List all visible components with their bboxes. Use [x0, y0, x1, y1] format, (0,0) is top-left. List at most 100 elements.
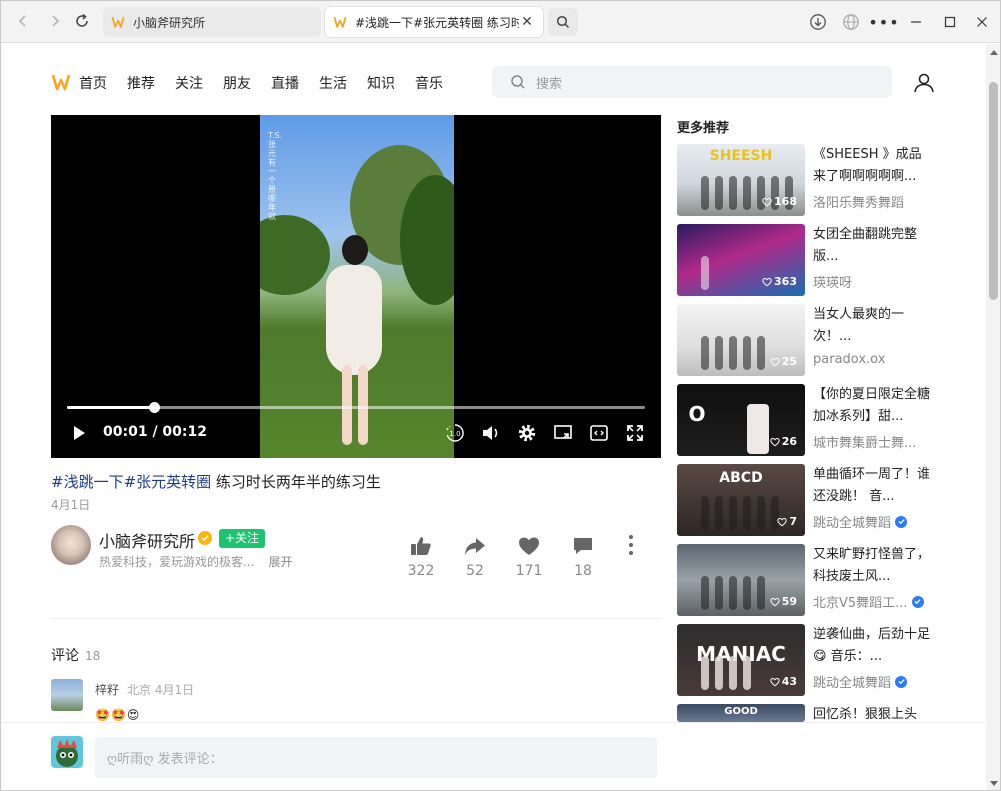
nav-music[interactable]: 音乐 [415, 73, 443, 93]
share-button[interactable]: 52 [455, 533, 495, 579]
nav-live[interactable]: 直播 [271, 73, 299, 93]
volume-button[interactable] [479, 422, 503, 444]
menu-button[interactable]: ••• [868, 11, 898, 33]
video-hashtags[interactable]: #浅跳一下#张元英转圈 [51, 473, 211, 491]
recommend-thumbnail[interactable]: GOOD [677, 704, 805, 722]
recommend-item[interactable]: O 26 【你的夏日限定全糖加冰系列】甜... 城市舞集爵士舞... [677, 384, 977, 456]
recommend-title: 更多推荐 [677, 121, 730, 136]
recommend-title-text[interactable]: 女团全曲翻跳完整版... [813, 224, 931, 268]
maximize-button[interactable] [939, 11, 961, 33]
recommend-thumbnail[interactable]: SHEESH 168 [677, 144, 805, 216]
like-value: 168 [774, 195, 797, 208]
search-input[interactable]: 搜索 [492, 66, 892, 98]
more-options-icon[interactable] [623, 533, 639, 557]
back-button[interactable] [11, 9, 35, 33]
follow-button[interactable]: +关注 [219, 529, 265, 548]
recommend-like-count: 26 [770, 435, 797, 448]
recommend-item[interactable]: MANIAC 43 逆袭仙曲，后劲十足😋 音乐：... 跳动全城舞蹈 [677, 624, 977, 696]
like-button[interactable]: 322 [401, 533, 441, 579]
cast-button[interactable] [551, 422, 575, 444]
fullscreen-button[interactable] [623, 422, 647, 444]
tab-search-button[interactable] [548, 8, 578, 36]
scrollbar-thumb[interactable] [989, 82, 998, 300]
my-avatar[interactable] [51, 736, 83, 768]
comment-input[interactable]: ღ听雨ღ 发表评论： [95, 737, 657, 778]
settings-button[interactable] [515, 422, 539, 444]
playback-speed-button[interactable]: 1.0 [443, 422, 467, 444]
search-placeholder: 搜索 [536, 76, 563, 92]
recommend-thumbnail[interactable]: MANIAC 43 [677, 624, 805, 696]
recommend-author[interactable]: 跳动全城舞蹈 [813, 512, 963, 531]
tab-video-page[interactable]: #浅跳一下#张元英转圈 练习时长两年半的练习生 ✕ [325, 7, 543, 37]
recommend-author[interactable]: 跳动全城舞蹈 [813, 672, 963, 691]
recommend-thumbnail[interactable]: ABCD 7 [677, 464, 805, 536]
comment-username[interactable]: 梓籽 [95, 683, 119, 697]
recommend-title-text[interactable]: 逆袭仙曲，后劲十足😋 音乐：... [813, 624, 931, 668]
forward-button[interactable] [43, 9, 67, 33]
nav-friends[interactable]: 朋友 [223, 73, 251, 93]
comment-button[interactable]: 18 [563, 533, 603, 579]
heart-outline-icon [770, 677, 780, 686]
share-icon [465, 538, 485, 555]
recommend-thumbnail[interactable]: 59 [677, 544, 805, 616]
recommend-title-text[interactable]: 又来旷野打怪兽了，科技废土风... [813, 544, 931, 588]
video-player[interactable]: T.S.张元 有一个原 哪年就 00:01 / 00:12 1.0 [51, 115, 661, 458]
recommend-thumbnail[interactable]: O 26 [677, 384, 805, 456]
recommend-author[interactable]: paradox.ox [813, 352, 963, 367]
scroll-down-icon[interactable] [990, 781, 998, 786]
tab-author-page[interactable]: 小脑斧研究所 [103, 7, 321, 37]
downloads-button[interactable] [807, 11, 829, 33]
recommend-title-text[interactable]: 《SHEESH 》成品来了啊啊啊啊啊... [813, 144, 931, 188]
video-progress-handle[interactable] [148, 402, 160, 413]
video-progress-fill [67, 406, 154, 409]
page-scrollbar[interactable] [986, 44, 1000, 790]
nav-recommend[interactable]: 推荐 [127, 73, 155, 93]
arrow-right-icon [52, 15, 60, 27]
recommend-author[interactable]: 城市舞集爵士舞... [813, 432, 963, 451]
close-tab-icon[interactable]: ✕ [519, 14, 535, 30]
recommend-title-text[interactable]: 单曲循环一周了！谁还没跳！ 音... [813, 464, 931, 508]
video-title: #浅跳一下#张元英转圈 练习时长两年半的练习生 [51, 471, 381, 492]
minimize-button[interactable] [905, 11, 927, 33]
recommend-author[interactable]: 北京V5舞蹈工... [813, 592, 963, 611]
nav-following[interactable]: 关注 [175, 73, 203, 93]
comments-count: 18 [85, 649, 101, 663]
section-divider [51, 618, 661, 619]
site-logo-icon[interactable] [51, 73, 71, 91]
user-icon[interactable] [912, 71, 936, 95]
reload-button[interactable] [70, 9, 94, 33]
download-icon [810, 14, 826, 30]
author-avatar[interactable] [51, 525, 91, 565]
recommend-author-name: 城市舞集爵士舞... [813, 436, 917, 451]
recommend-item[interactable]: 363 女团全曲翻跳完整版... 瑛瑛呀 [677, 224, 977, 296]
video-date: 4月1日 [51, 498, 91, 512]
web-fullscreen-button[interactable] [587, 422, 611, 444]
recommend-author[interactable]: 洛阳乐舞秀舞蹈 [813, 192, 963, 211]
recommend-author[interactable]: 瑛瑛呀 [813, 272, 963, 291]
recommend-thumbnail[interactable]: 25 [677, 304, 805, 376]
recommend-item[interactable]: GOOD 回忆杀！狠狠上头 [677, 704, 977, 722]
thumbnail-figure [701, 656, 709, 690]
comment-avatar[interactable] [51, 679, 83, 711]
recommend-item[interactable]: 59 又来旷野打怪兽了，科技废土风... 北京V5舞蹈工... [677, 544, 977, 616]
like-value: 363 [774, 275, 797, 288]
play-button[interactable] [69, 422, 89, 444]
favorite-button[interactable]: 171 [509, 533, 549, 579]
recommend-title-text[interactable]: 【你的夏日限定全糖加冰系列】甜... [813, 384, 931, 428]
video-progress-bar[interactable] [67, 402, 645, 413]
recommend-item[interactable]: ABCD 7 单曲循环一周了！谁还没跳！ 音... 跳动全城舞蹈 [677, 464, 977, 536]
recommend-title-text[interactable]: 当女人最爽的一次！... [813, 304, 931, 348]
recommend-item[interactable]: SHEESH 168 《SHEESH 》成品来了啊啊啊啊啊... 洛阳乐舞秀舞蹈 [677, 144, 977, 216]
close-window-button[interactable] [971, 11, 993, 33]
scroll-up-icon[interactable] [990, 50, 998, 55]
thumbnail-figure [701, 256, 709, 290]
nav-life[interactable]: 生活 [319, 73, 347, 93]
nav-home[interactable]: 首页 [79, 73, 107, 93]
expand-bio-link[interactable]: 展开 [268, 555, 292, 569]
recommend-thumbnail[interactable]: 363 [677, 224, 805, 296]
heart-icon [519, 537, 539, 555]
nav-knowledge[interactable]: 知识 [367, 73, 395, 93]
translate-button[interactable] [840, 11, 862, 33]
recommend-item[interactable]: 25 当女人最爽的一次！... paradox.ox [677, 304, 977, 376]
author-name[interactable]: 小脑斧研究所 [99, 528, 195, 552]
